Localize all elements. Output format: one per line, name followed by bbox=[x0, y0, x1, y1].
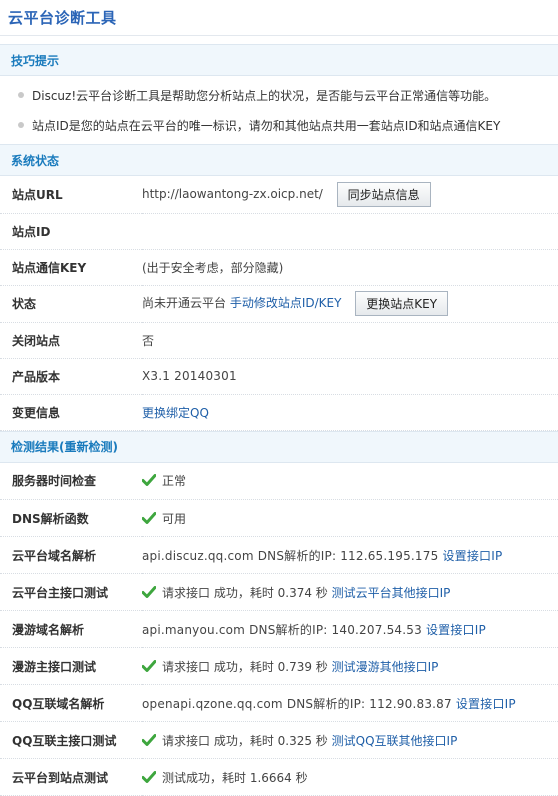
tip-text: 站点ID是您的站点在云平台的唯一标识，请勿和其他站点共用一套站点ID和站点通信K… bbox=[32, 118, 501, 133]
check-icon bbox=[141, 770, 157, 786]
manyou-main-value: 请求接口 成功，耗时 0.739 秒 bbox=[162, 659, 328, 674]
table-row: 站点通信KEY (出于安全考虑，部分隐藏) bbox=[0, 249, 558, 286]
status-value: 尚未开通云平台 bbox=[142, 296, 227, 310]
tip-text: Discuz!云平台诊断工具是帮助您分析站点上的状况，是否能与云平台正常通信等功… bbox=[32, 88, 497, 103]
table-row: DNS解析函数 可用 bbox=[0, 499, 558, 537]
tip-item: Discuz!云平台诊断工具是帮助您分析站点上的状况，是否能与云平台正常通信等功… bbox=[0, 80, 558, 110]
sync-site-info-button[interactable]: 同步站点信息 bbox=[336, 181, 431, 207]
table-row: 漫游域名解析 api.manyou.com DNS解析的IP: 140.207.… bbox=[0, 610, 558, 648]
system-status-table: 站点URL http://laowantong-zx.oicp.net/ 同步站… bbox=[0, 176, 558, 431]
check-icon bbox=[141, 659, 157, 675]
check-icon bbox=[141, 511, 157, 527]
row-label: 站点通信KEY bbox=[0, 249, 142, 286]
check-icon bbox=[141, 733, 157, 749]
title-bar: 云平台诊断工具 bbox=[0, 0, 558, 36]
row-label: 状态 bbox=[0, 285, 142, 323]
system-status-title: 系统状态 bbox=[11, 153, 60, 168]
row-label: 服务器时间检查 bbox=[0, 462, 142, 500]
row-label: DNS解析函数 bbox=[0, 499, 142, 537]
table-row: 关闭站点 否 bbox=[0, 322, 558, 359]
row-label: QQ互联域名解析 bbox=[0, 684, 142, 722]
check-icon bbox=[141, 585, 157, 601]
table-row: 产品版本 X3.1 20140301 bbox=[0, 358, 558, 395]
table-row: 云平台到站点测试 测试成功，耗时 1.6664 秒 bbox=[0, 758, 558, 796]
table-row: 云平台主接口测试 请求接口 成功，耗时 0.374 秒 测试云平台其他接口IP bbox=[0, 573, 558, 611]
site-key-value: (出于安全考虑，部分隐藏) bbox=[142, 249, 558, 286]
table-row: 状态 尚未开通云平台 手动修改站点ID/KEY 更换站点KEY bbox=[0, 285, 558, 323]
test-manyou-other-ip-link[interactable]: 测试漫游其他接口IP bbox=[332, 660, 439, 674]
row-label: 关闭站点 bbox=[0, 322, 142, 359]
results-table: 服务器时间检查 正常 DNS解析函数 可用 云平台域名解析 api.discuz… bbox=[0, 462, 558, 796]
row-label: 云平台域名解析 bbox=[0, 536, 142, 574]
bullet-icon bbox=[18, 92, 24, 98]
row-label: 产品版本 bbox=[0, 358, 142, 395]
manyou-domain-value: api.manyou.com DNS解析的IP: 140.207.54.53 bbox=[142, 622, 422, 637]
table-row: 漫游主接口测试 请求接口 成功，耗时 0.739 秒 测试漫游其他接口IP bbox=[0, 647, 558, 685]
tips-list: Discuz!云平台诊断工具是帮助您分析站点上的状况，是否能与云平台正常通信等功… bbox=[0, 76, 558, 144]
table-row: 变更信息 更换绑定QQ bbox=[0, 394, 558, 431]
set-interface-ip-link[interactable]: 设置接口IP bbox=[426, 623, 486, 637]
table-row: 云平台域名解析 api.discuz.qq.com DNS解析的IP: 112.… bbox=[0, 536, 558, 574]
page-title: 云平台诊断工具 bbox=[8, 9, 117, 27]
table-row: QQ互联域名解析 openapi.qzone.qq.com DNS解析的IP: … bbox=[0, 684, 558, 722]
results-header: 检测结果(重新检测) bbox=[0, 430, 558, 463]
set-interface-ip-link[interactable]: 设置接口IP bbox=[442, 549, 502, 563]
version-value: X3.1 20140301 bbox=[142, 358, 558, 395]
table-row: 站点URL http://laowantong-zx.oicp.net/ 同步站… bbox=[0, 176, 558, 214]
change-site-key-button[interactable]: 更换站点KEY bbox=[355, 291, 449, 316]
check-icon bbox=[141, 474, 157, 489]
site-url-value: http://laowantong-zx.oicp.net/ bbox=[142, 186, 323, 201]
row-label: 站点ID bbox=[0, 213, 142, 250]
row-label: 云平台到站点测试 bbox=[0, 758, 142, 796]
dns-value: 可用 bbox=[162, 511, 187, 526]
tip-item: 站点ID是您的站点在云平台的唯一标识，请勿和其他站点共用一套站点ID和站点通信K… bbox=[0, 110, 558, 140]
cloud-domain-value: api.discuz.qq.com DNS解析的IP: 112.65.195.1… bbox=[142, 548, 439, 563]
cloud-main-value: 请求接口 成功，耗时 0.374 秒 bbox=[162, 585, 328, 600]
table-row: 站点ID bbox=[0, 213, 558, 250]
row-label: QQ互联主接口测试 bbox=[0, 721, 142, 759]
table-row: QQ互联主接口测试 请求接口 成功，耗时 0.325 秒 测试QQ互联其他接口I… bbox=[0, 721, 558, 759]
rebind-qq-link[interactable]: 更换绑定QQ bbox=[142, 406, 209, 420]
results-title[interactable]: 检测结果(重新检测) bbox=[11, 438, 118, 455]
site-id-value bbox=[142, 213, 558, 250]
cloud-to-site-value: 测试成功，耗时 1.6664 秒 bbox=[162, 770, 308, 785]
test-cloud-other-ip-link[interactable]: 测试云平台其他接口IP bbox=[332, 586, 451, 600]
tips-header: 技巧提示 bbox=[0, 44, 558, 76]
row-label: 变更信息 bbox=[0, 394, 142, 431]
qq-main-value: 请求接口 成功，耗时 0.325 秒 bbox=[162, 733, 328, 748]
test-qq-other-ip-link[interactable]: 测试QQ互联其他接口IP bbox=[332, 734, 458, 748]
site-closed-value: 否 bbox=[142, 322, 558, 359]
edit-site-id-key-link[interactable]: 手动修改站点ID/KEY bbox=[230, 296, 342, 310]
tips-title: 技巧提示 bbox=[11, 53, 60, 68]
set-interface-ip-link[interactable]: 设置接口IP bbox=[456, 697, 516, 711]
row-label: 站点URL bbox=[0, 176, 142, 214]
row-label: 漫游域名解析 bbox=[0, 610, 142, 648]
bullet-icon bbox=[18, 122, 24, 128]
table-row: 服务器时间检查 正常 bbox=[0, 462, 558, 500]
system-status-header: 系统状态 bbox=[0, 144, 558, 176]
server-time-value: 正常 bbox=[162, 474, 187, 489]
qq-domain-value: openapi.qzone.qq.com DNS解析的IP: 112.90.83… bbox=[142, 696, 452, 711]
row-label: 漫游主接口测试 bbox=[0, 647, 142, 685]
row-label: 云平台主接口测试 bbox=[0, 573, 142, 611]
